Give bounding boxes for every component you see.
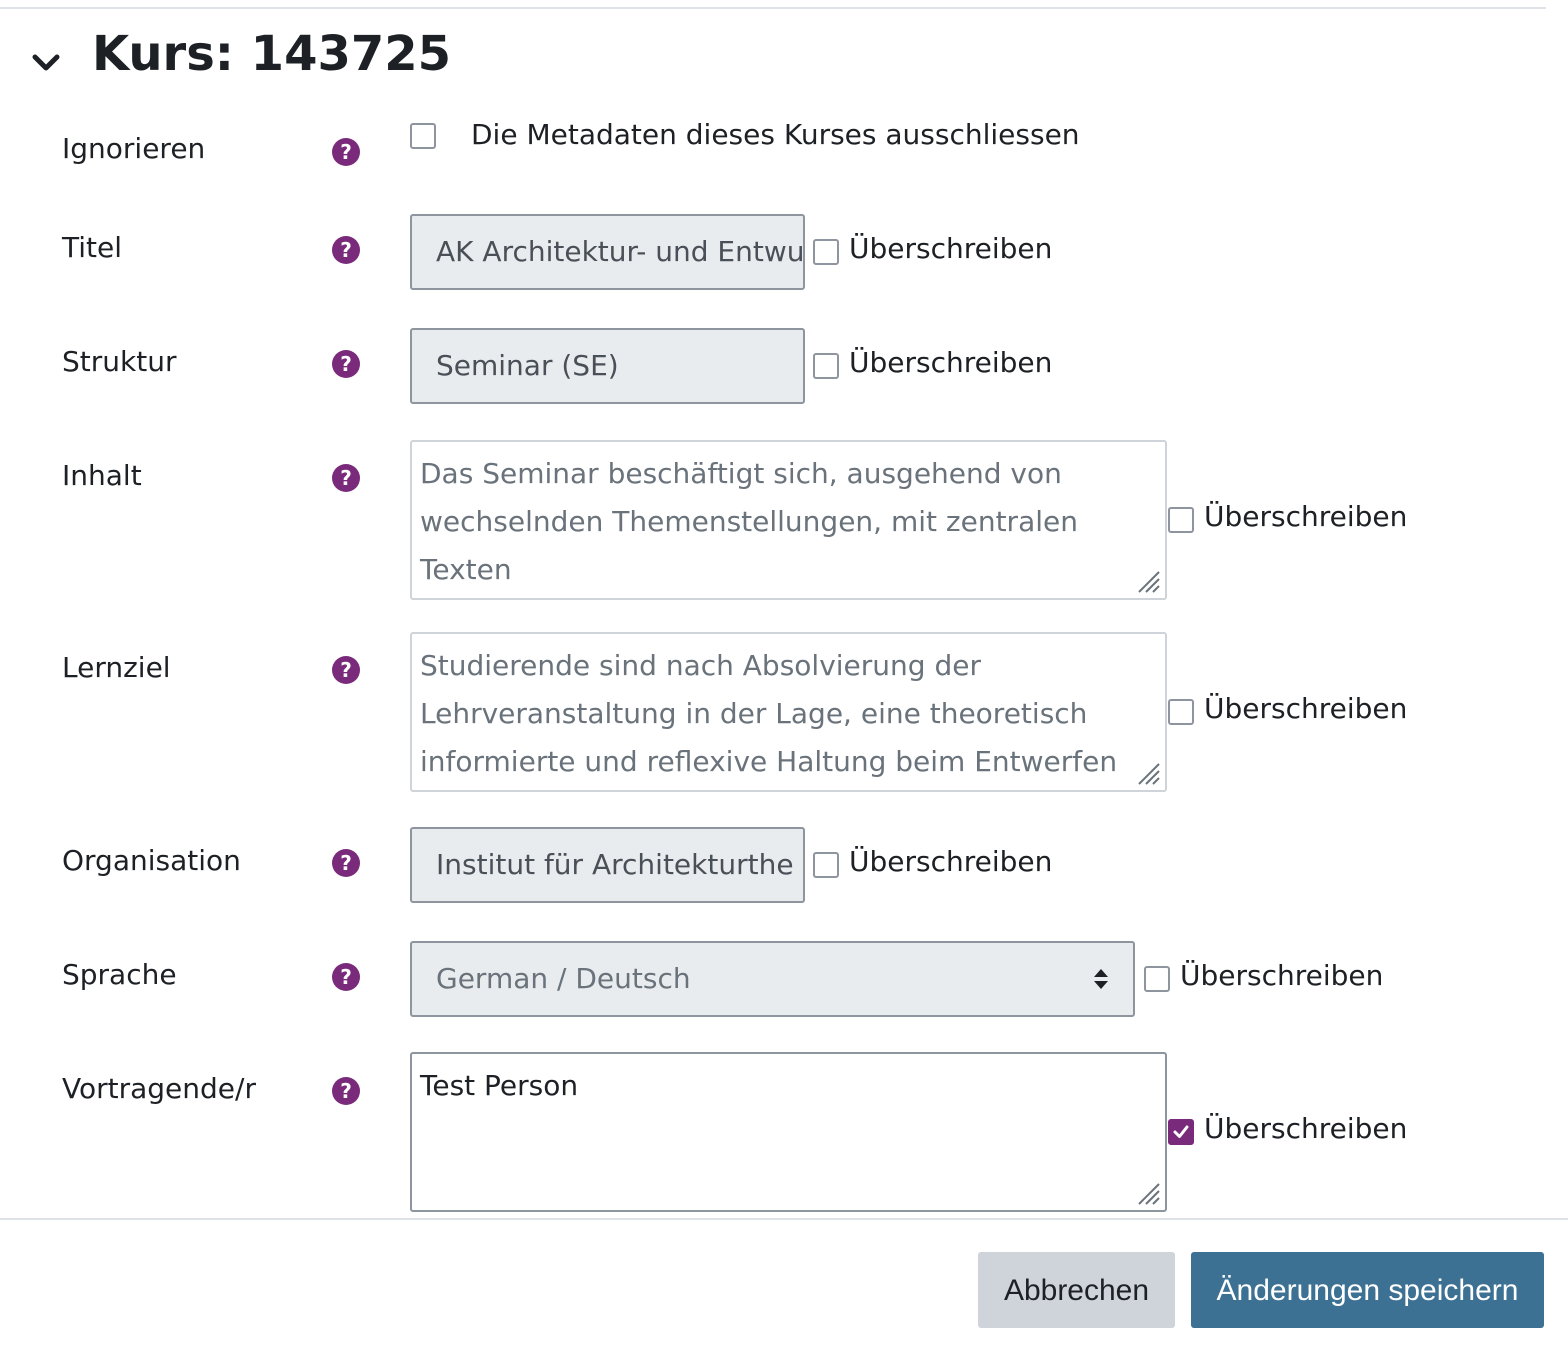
question-circle-icon[interactable]: ? — [331, 349, 361, 379]
svg-text:?: ? — [340, 352, 352, 376]
question-circle-icon[interactable]: ? — [331, 463, 361, 493]
titel-label: Titel — [62, 231, 123, 264]
svg-text:?: ? — [340, 658, 352, 682]
top-divider — [0, 7, 1546, 9]
svg-text:?: ? — [340, 140, 352, 164]
ignore-checkbox-label: Die Metadaten dieses Kurses ausschliesse… — [471, 118, 1080, 151]
resize-grip-icon[interactable] — [1135, 1180, 1161, 1206]
sprache-select[interactable]: German / Deutsch — [410, 941, 1135, 1017]
vortragende-override-checkbox[interactable] — [1168, 1119, 1194, 1145]
vortragende-textarea[interactable]: Test Person — [410, 1052, 1167, 1212]
question-circle-icon[interactable]: ? — [331, 137, 361, 167]
lernziel-textarea[interactable]: Studierende sind nach Absolvierung der L… — [410, 632, 1167, 792]
select-arrows-icon — [1094, 969, 1108, 989]
section-title: Kurs: 143725 — [92, 26, 452, 82]
svg-text:?: ? — [340, 466, 352, 490]
inhalt-override-checkbox[interactable] — [1168, 507, 1194, 533]
checkmark-icon — [1173, 1125, 1189, 1138]
struktur-override-label: Überschreiben — [849, 346, 1053, 379]
sprache-override-checkbox[interactable] — [1144, 966, 1170, 992]
titel-override-checkbox[interactable] — [813, 239, 839, 265]
question-circle-icon[interactable]: ? — [331, 848, 361, 878]
footer-divider — [0, 1218, 1568, 1220]
svg-text:?: ? — [340, 238, 352, 262]
lernziel-text: Studierende sind nach Absolvierung der L… — [420, 649, 1118, 778]
organisation-override-label: Überschreiben — [849, 845, 1053, 878]
organisation-override-checkbox[interactable] — [813, 852, 839, 878]
vortragende-override-label: Überschreiben — [1204, 1112, 1408, 1145]
svg-text:?: ? — [340, 965, 352, 989]
cancel-button[interactable]: Abbrechen — [978, 1252, 1175, 1328]
svg-text:?: ? — [340, 851, 352, 875]
inhalt-textarea[interactable]: Das Seminar beschäftigt sich, ausgehend … — [410, 440, 1167, 600]
resize-grip-icon[interactable] — [1135, 760, 1161, 786]
svg-text:?: ? — [340, 1079, 352, 1103]
sprache-override-label: Überschreiben — [1180, 959, 1384, 992]
question-circle-icon[interactable]: ? — [331, 235, 361, 265]
titel-input[interactable]: AK Architektur- und Entwu — [410, 214, 805, 290]
struktur-input[interactable]: Seminar (SE) — [410, 328, 805, 404]
vortragende-text: Test Person — [420, 1069, 579, 1102]
struktur-override-checkbox[interactable] — [813, 353, 839, 379]
chevron-down-icon[interactable] — [30, 49, 62, 77]
sprache-selected-value: German / Deutsch — [436, 962, 691, 995]
organisation-input[interactable]: Institut für Architekturthe — [410, 827, 805, 903]
resize-grip-icon[interactable] — [1135, 568, 1161, 594]
inhalt-text: Das Seminar beschäftigt sich, ausgehend … — [420, 457, 1078, 586]
question-circle-icon[interactable]: ? — [331, 1076, 361, 1106]
save-button[interactable]: Änderungen speichern — [1191, 1252, 1544, 1328]
inhalt-label: Inhalt — [62, 459, 142, 492]
lernziel-label: Lernziel — [62, 651, 171, 684]
question-circle-icon[interactable]: ? — [331, 655, 361, 685]
question-circle-icon[interactable]: ? — [331, 962, 361, 992]
struktur-label: Struktur — [62, 345, 177, 378]
ignore-checkbox[interactable] — [410, 123, 436, 149]
ignore-label: Ignorieren — [62, 132, 206, 165]
organisation-label: Organisation — [62, 844, 241, 877]
vortragende-label: Vortragende/r — [62, 1072, 256, 1105]
inhalt-override-label: Überschreiben — [1204, 500, 1408, 533]
lernziel-override-checkbox[interactable] — [1168, 699, 1194, 725]
lernziel-override-label: Überschreiben — [1204, 692, 1408, 725]
sprache-label: Sprache — [62, 958, 177, 991]
titel-override-label: Überschreiben — [849, 232, 1053, 265]
